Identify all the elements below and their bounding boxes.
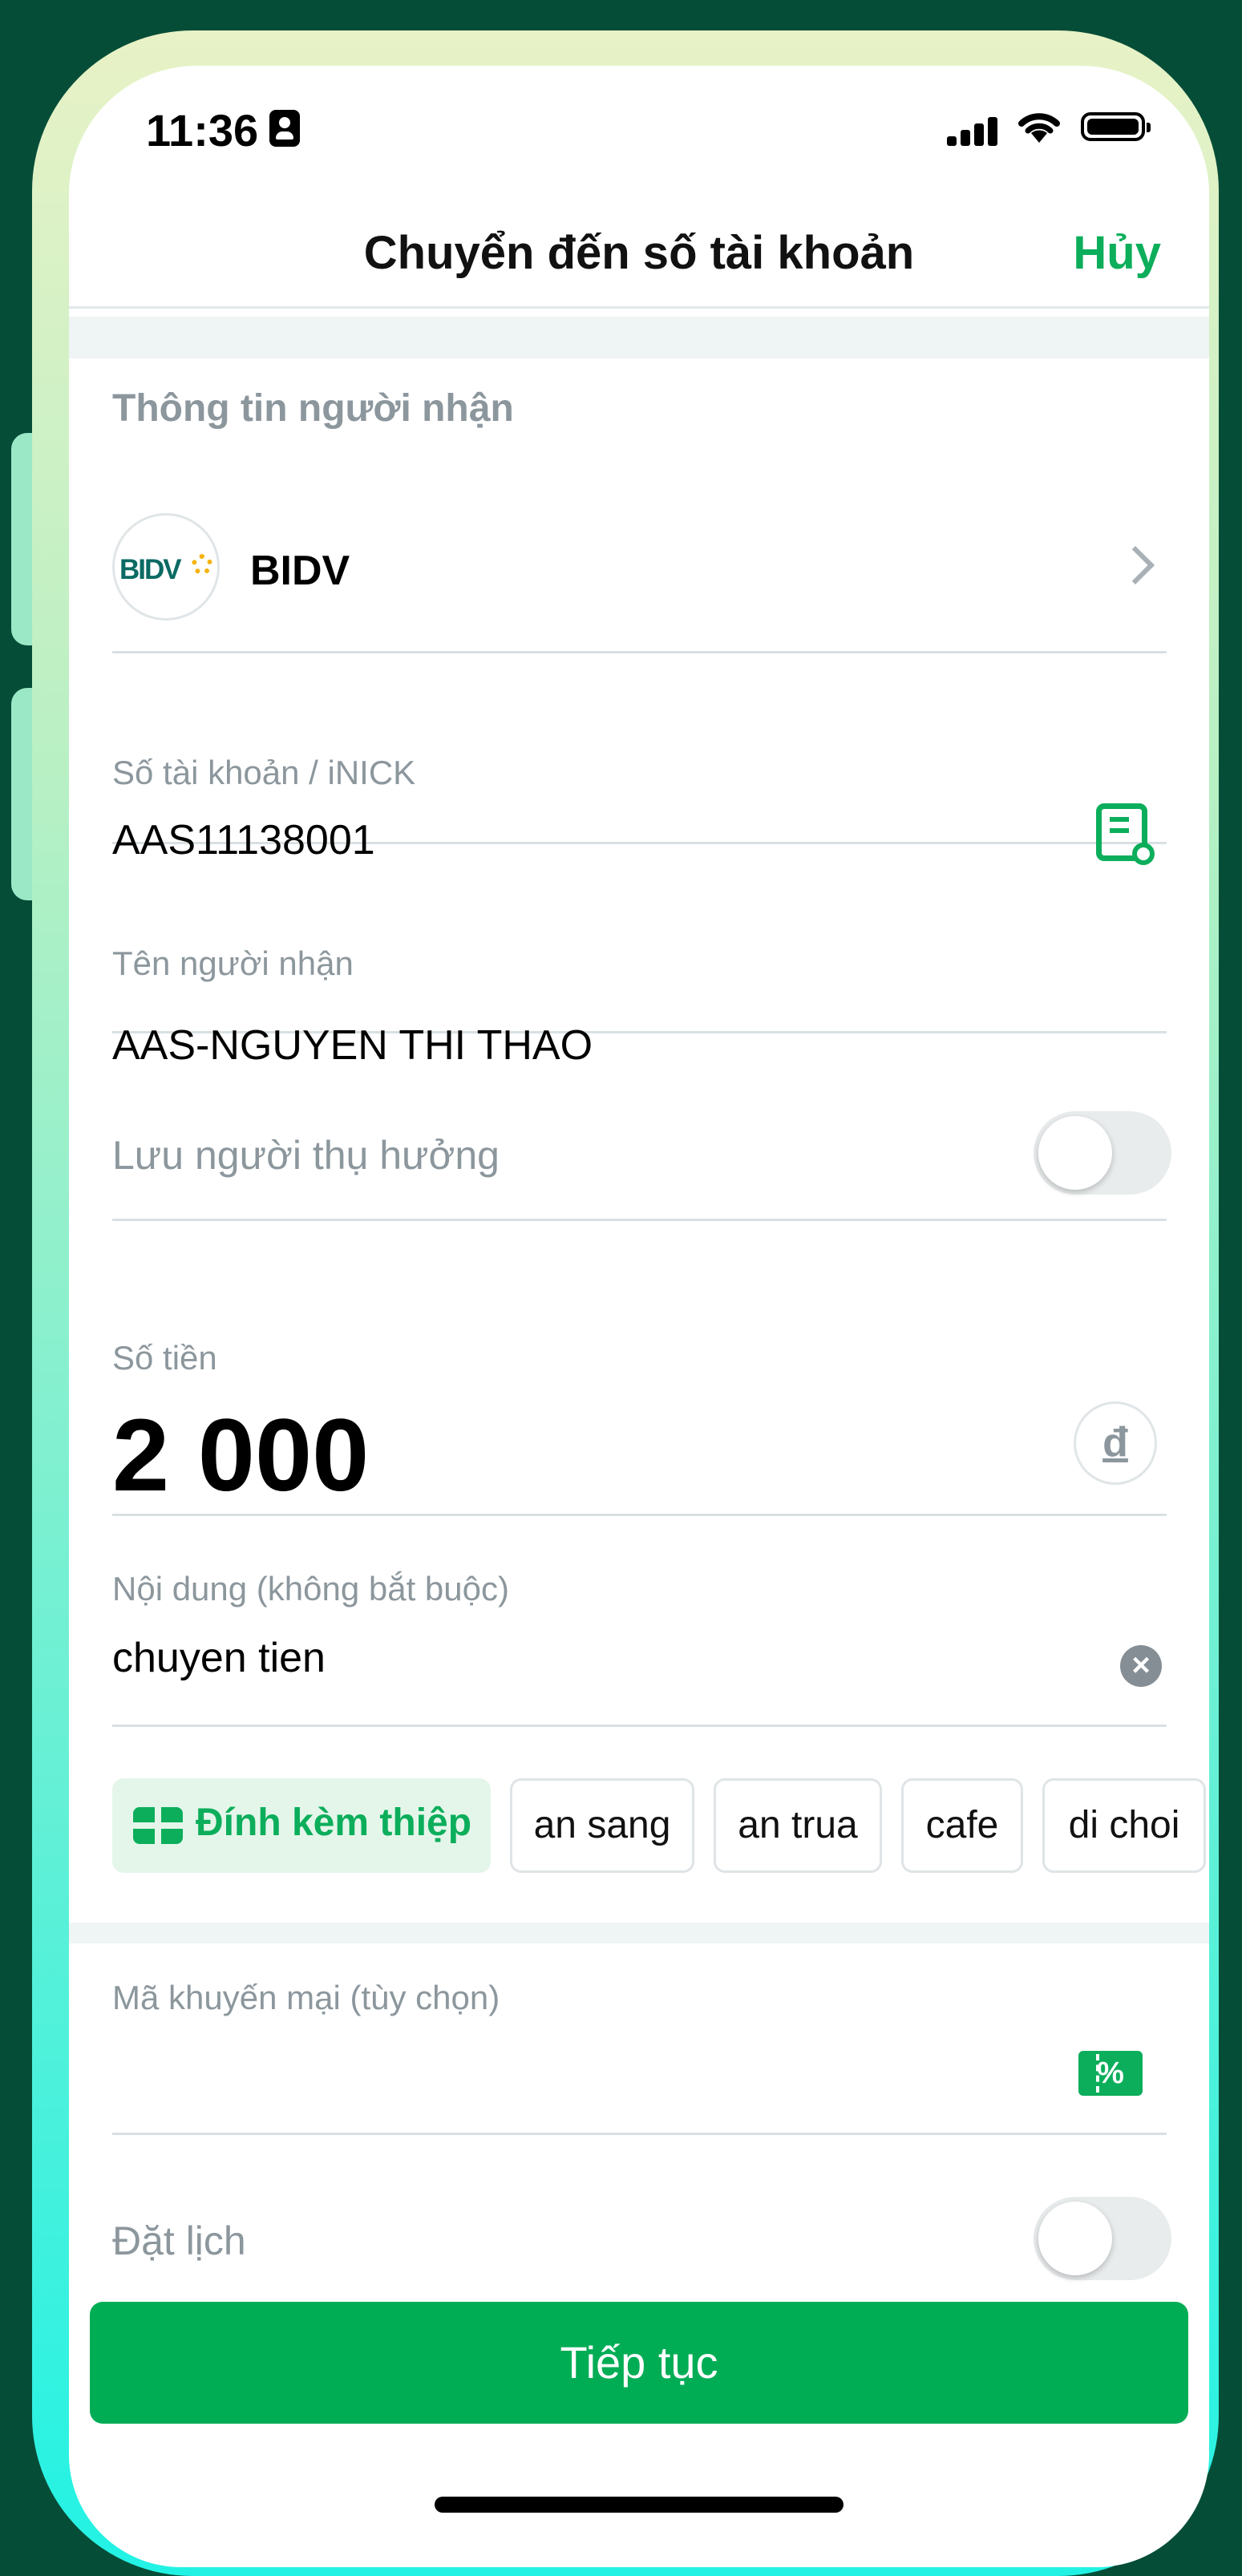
note-chip[interactable]: an sang [510, 1778, 694, 1873]
promo-code-label: Mã khuyến mại (tùy chọn) [112, 1979, 500, 2016]
amount-label: Số tiền [112, 1339, 217, 1377]
account-number-label: Số tài khoản / iNICK [112, 754, 416, 791]
recipient-name-field: Tên người nhận AAS-NGUYEN THI THAO [112, 842, 1167, 1066]
status-bar: 11:36 [69, 66, 1209, 194]
note-chip[interactable]: di choi [1042, 1778, 1206, 1873]
nav-header: Chuyển đến số tài khoản Hủy [69, 194, 1209, 309]
note-chip[interactable]: an trua [714, 1778, 882, 1873]
section-divider [69, 1923, 1209, 1943]
bank-logo: BIDV [112, 513, 220, 621]
cellular-signal-icon [947, 115, 1003, 146]
attach-card-label: Đính kèm thiệp [196, 1802, 472, 1844]
cancel-button[interactable]: Hủy [1073, 226, 1161, 280]
note-label: Nội dung (không bắt buộc) [112, 1570, 509, 1607]
wifi-icon [1018, 113, 1060, 143]
contact-card-icon [269, 110, 300, 147]
continue-button[interactable]: Tiếp tục [90, 2302, 1188, 2424]
amount-field[interactable]: Số tiền 2 000 đ [112, 1219, 1167, 1516]
attach-card-chip[interactable]: Đính kèm thiệp [112, 1778, 491, 1873]
bank-name: BIDV [250, 548, 350, 594]
amount-value[interactable]: 2 000 [112, 1399, 369, 1513]
section-divider [69, 317, 1209, 358]
note-field[interactable]: Nội dung (không bắt buộc) chuyen tien × [112, 1514, 1167, 1727]
bank-selector[interactable]: BIDV BIDV [112, 513, 1167, 653]
save-beneficiary-toggle[interactable] [1034, 1111, 1171, 1195]
save-beneficiary-row: Lưu người thụ hưởng [112, 1031, 1171, 1221]
voucher-icon[interactable]: % [1078, 2051, 1143, 2096]
battery-icon [1081, 112, 1151, 141]
account-number-field[interactable]: Số tài khoản / iNICK AAS11138001 [112, 651, 1167, 865]
note-suggestion-chips: Đính kèm thiệp an sang an trua cafe di c… [112, 1778, 1209, 1873]
currency-dong-icon: đ [1074, 1401, 1157, 1485]
phone-screen: 11:36 Chuyển đến số tài khoản Hủy Thông … [69, 66, 1209, 2567]
chevron-right-icon [1115, 545, 1155, 585]
schedule-toggle[interactable] [1034, 2197, 1171, 2280]
note-chip[interactable]: cafe [901, 1778, 1023, 1873]
save-beneficiary-label: Lưu người thụ hưởng [112, 1133, 500, 1178]
bank-logo-text: BIDV [119, 554, 182, 585]
gift-card-icon [133, 1807, 183, 1844]
home-indicator [435, 2497, 844, 2513]
clear-icon[interactable]: × [1120, 1645, 1162, 1687]
page-title: Chuyển đến số tài khoản [363, 227, 915, 279]
status-time: 11:36 [146, 105, 259, 156]
note-value[interactable]: chuyen tien [112, 1634, 326, 1682]
schedule-label: Đặt lịch [112, 2218, 246, 2263]
schedule-row: Đặt lịch [112, 2133, 1171, 2324]
promo-code-field[interactable]: Mã khuyến mại (tùy chọn) % [112, 1943, 1167, 2135]
recipient-name-label: Tên người nhận [112, 944, 354, 982]
bank-logo-flower-icon [192, 554, 212, 575]
recipient-section-title: Thông tin người nhận [112, 387, 514, 430]
